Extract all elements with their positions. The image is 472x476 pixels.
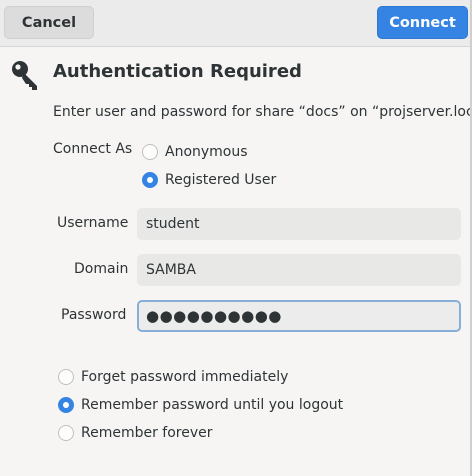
domain-value: SAMBA <box>146 262 196 278</box>
username-label: Username <box>57 215 129 231</box>
radio-anonymous[interactable]: Anonymous <box>142 144 248 160</box>
connect-as-label: Connect As <box>53 141 133 157</box>
password-label: Password <box>61 307 127 323</box>
username-value: student <box>146 216 200 232</box>
password-value: ●●●●●●●●●● <box>146 307 282 325</box>
radio-registered-user-label: Registered User <box>165 172 277 188</box>
radio-registered-user[interactable]: Registered User <box>142 172 276 188</box>
dialog-title: Authentication Required <box>53 61 302 82</box>
domain-field[interactable]: SAMBA <box>137 254 461 286</box>
dialog-message: Enter user and password for share “docs”… <box>53 104 472 120</box>
radio-remember-forever[interactable]: Remember forever <box>58 425 213 441</box>
password-field[interactable]: ●●●●●●●●●● <box>137 300 461 332</box>
auth-dialog: Cancel Connect Authentication Required E… <box>0 0 472 476</box>
radio-forget-immediately[interactable]: Forget password immediately <box>58 369 288 385</box>
radio-remember-until-logout[interactable]: Remember password until you logout <box>58 397 343 413</box>
radio-remember-forever-indicator[interactable] <box>58 425 74 441</box>
radio-anonymous-indicator[interactable] <box>142 144 158 160</box>
domain-label: Domain <box>74 261 129 277</box>
connect-button[interactable]: Connect <box>377 6 468 39</box>
radio-anonymous-label: Anonymous <box>165 144 248 160</box>
header-bar: Cancel Connect <box>0 0 470 47</box>
key-icon <box>12 61 37 90</box>
radio-forget-immediately-label: Forget password immediately <box>81 369 289 385</box>
radio-registered-user-indicator[interactable] <box>142 172 158 188</box>
cancel-button[interactable]: Cancel <box>4 6 94 39</box>
radio-remember-until-logout-label: Remember password until you logout <box>81 397 344 413</box>
radio-remember-until-logout-indicator[interactable] <box>58 397 74 413</box>
username-field[interactable]: student <box>137 208 461 240</box>
radio-forget-immediately-indicator[interactable] <box>58 369 74 385</box>
radio-remember-forever-label: Remember forever <box>81 425 213 441</box>
